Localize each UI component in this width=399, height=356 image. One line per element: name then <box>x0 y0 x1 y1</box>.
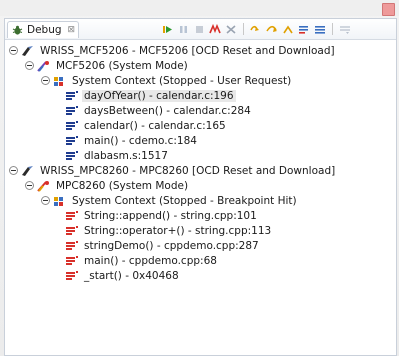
stack-frame-label: dayOfYear() - calendar.c:196 <box>82 89 236 102</box>
stack-frame-icon <box>65 210 79 222</box>
stack-frame-icon <box>65 270 79 282</box>
window-frame: Debug ⊠ WRISS_MCF5206 - MCF5206 [OCD Res… <box>0 0 399 356</box>
disconnect-icon[interactable] <box>209 23 221 35</box>
stack-frame-icon <box>65 255 79 267</box>
stack-frame[interactable]: dlabasm.s:1517 <box>65 148 170 163</box>
stack-frame-icon <box>65 240 79 252</box>
tab-debug[interactable]: Debug ⊠ <box>7 21 79 38</box>
stack-frame-label: dlabasm.s:1517 <box>84 149 168 162</box>
collapse-icon[interactable] <box>41 76 50 85</box>
stack-frame[interactable]: main() - cppdemo.cpp:68 <box>65 253 219 268</box>
stack-frame[interactable]: dayOfYear() - calendar.c:196 <box>65 88 236 103</box>
close-view-icon[interactable] <box>382 3 395 16</box>
remove-terminated-icon[interactable] <box>225 23 237 35</box>
debug-bug-icon <box>12 25 23 35</box>
target-label: MCF5206 (System Mode) <box>56 59 188 72</box>
stack-frame-label: calendar() - calendar.c:165 <box>84 119 226 132</box>
debug-toolbar <box>161 22 351 36</box>
collapse-icon[interactable] <box>25 61 34 70</box>
stack-frame[interactable]: _start() - 0x40468 <box>65 268 181 283</box>
stack-frame-icon <box>65 150 79 162</box>
stack-frame-icon <box>65 105 79 117</box>
tab-debug-label: Debug <box>27 24 62 36</box>
stack-frame-icon <box>65 90 79 102</box>
top-strip <box>0 0 399 16</box>
step-return-icon[interactable] <box>282 23 294 35</box>
toolbar-separator <box>332 23 333 35</box>
terminate-icon[interactable] <box>193 23 205 35</box>
thread-label: System Context (Stopped - User Request) <box>72 74 292 87</box>
stack-frame-label: main() - cppdemo.cpp:68 <box>84 254 217 267</box>
stack-frame-label: daysBetween() - calendar.c:284 <box>84 104 251 117</box>
stack-frame-label: stringDemo() - cppdemo.cpp:287 <box>84 239 259 252</box>
suspend-icon[interactable] <box>177 23 189 35</box>
step-over-icon[interactable] <box>266 23 278 35</box>
view-menu-icon[interactable] <box>339 23 351 35</box>
step-into-icon[interactable] <box>250 23 262 35</box>
stack-frame-label: String::operator+() - string.cpp:113 <box>84 224 272 237</box>
launch-icon <box>21 165 35 177</box>
target-label: MPC8260 (System Mode) <box>56 179 189 192</box>
stack-frame[interactable]: String::operator+() - string.cpp:113 <box>65 223 273 238</box>
stack-frame[interactable]: calendar() - calendar.c:165 <box>65 118 228 133</box>
tree-node-thread[interactable]: System Context (Stopped - User Request) <box>41 73 293 88</box>
tree-node-launch[interactable]: WRISS_MPC8260 - MPC8260 [OCD Reset and D… <box>9 163 337 178</box>
collapse-icon[interactable] <box>9 166 18 175</box>
thread-icon <box>53 75 67 87</box>
use-step-filters-icon[interactable] <box>314 23 326 35</box>
stack-frame-label: _start() - 0x40468 <box>84 269 179 282</box>
thread-label: System Context (Stopped - Breakpoint Hit… <box>72 194 297 207</box>
launch-label: WRISS_MPC8260 - MPC8260 [OCD Reset and D… <box>40 164 336 177</box>
toolbar-separator <box>243 23 244 35</box>
target-icon <box>37 180 51 192</box>
collapse-icon[interactable] <box>25 181 34 190</box>
drop-to-frame-icon[interactable] <box>298 23 310 35</box>
tree-node-thread[interactable]: System Context (Stopped - Breakpoint Hit… <box>41 193 299 208</box>
stack-frame[interactable]: daysBetween() - calendar.c:284 <box>65 103 253 118</box>
collapse-icon[interactable] <box>41 196 50 205</box>
resume-icon[interactable] <box>161 23 173 35</box>
tree-node-target[interactable]: MCF5206 (System Mode) <box>25 58 190 73</box>
tree-node-target[interactable]: MPC8260 (System Mode) <box>25 178 190 193</box>
stack-frame-icon <box>65 135 79 147</box>
stack-frame-label: String::append() - string.cpp:101 <box>84 209 257 222</box>
debug-view: Debug ⊠ WRISS_MCF5206 - MCF5206 [OCD Res… <box>4 18 397 356</box>
launch-label: WRISS_MCF5206 - MCF5206 [OCD Reset and D… <box>40 44 335 57</box>
tree-node-launch[interactable]: WRISS_MCF5206 - MCF5206 [OCD Reset and D… <box>9 43 337 58</box>
launch-icon <box>21 45 35 57</box>
stack-frame-label: main() - cdemo.c:184 <box>84 134 197 147</box>
view-tabbar: Debug ⊠ <box>5 19 396 40</box>
collapse-icon[interactable] <box>9 46 18 55</box>
stack-frame[interactable]: String::append() - string.cpp:101 <box>65 208 259 223</box>
target-icon <box>37 60 51 72</box>
thread-icon <box>53 195 67 207</box>
stack-frame[interactable]: stringDemo() - cppdemo.cpp:287 <box>65 238 261 253</box>
stack-frame-icon <box>65 120 79 132</box>
stack-frame-icon <box>65 225 79 237</box>
stack-frame[interactable]: main() - cdemo.c:184 <box>65 133 199 148</box>
tab-close-icon[interactable]: ⊠ <box>68 25 76 35</box>
